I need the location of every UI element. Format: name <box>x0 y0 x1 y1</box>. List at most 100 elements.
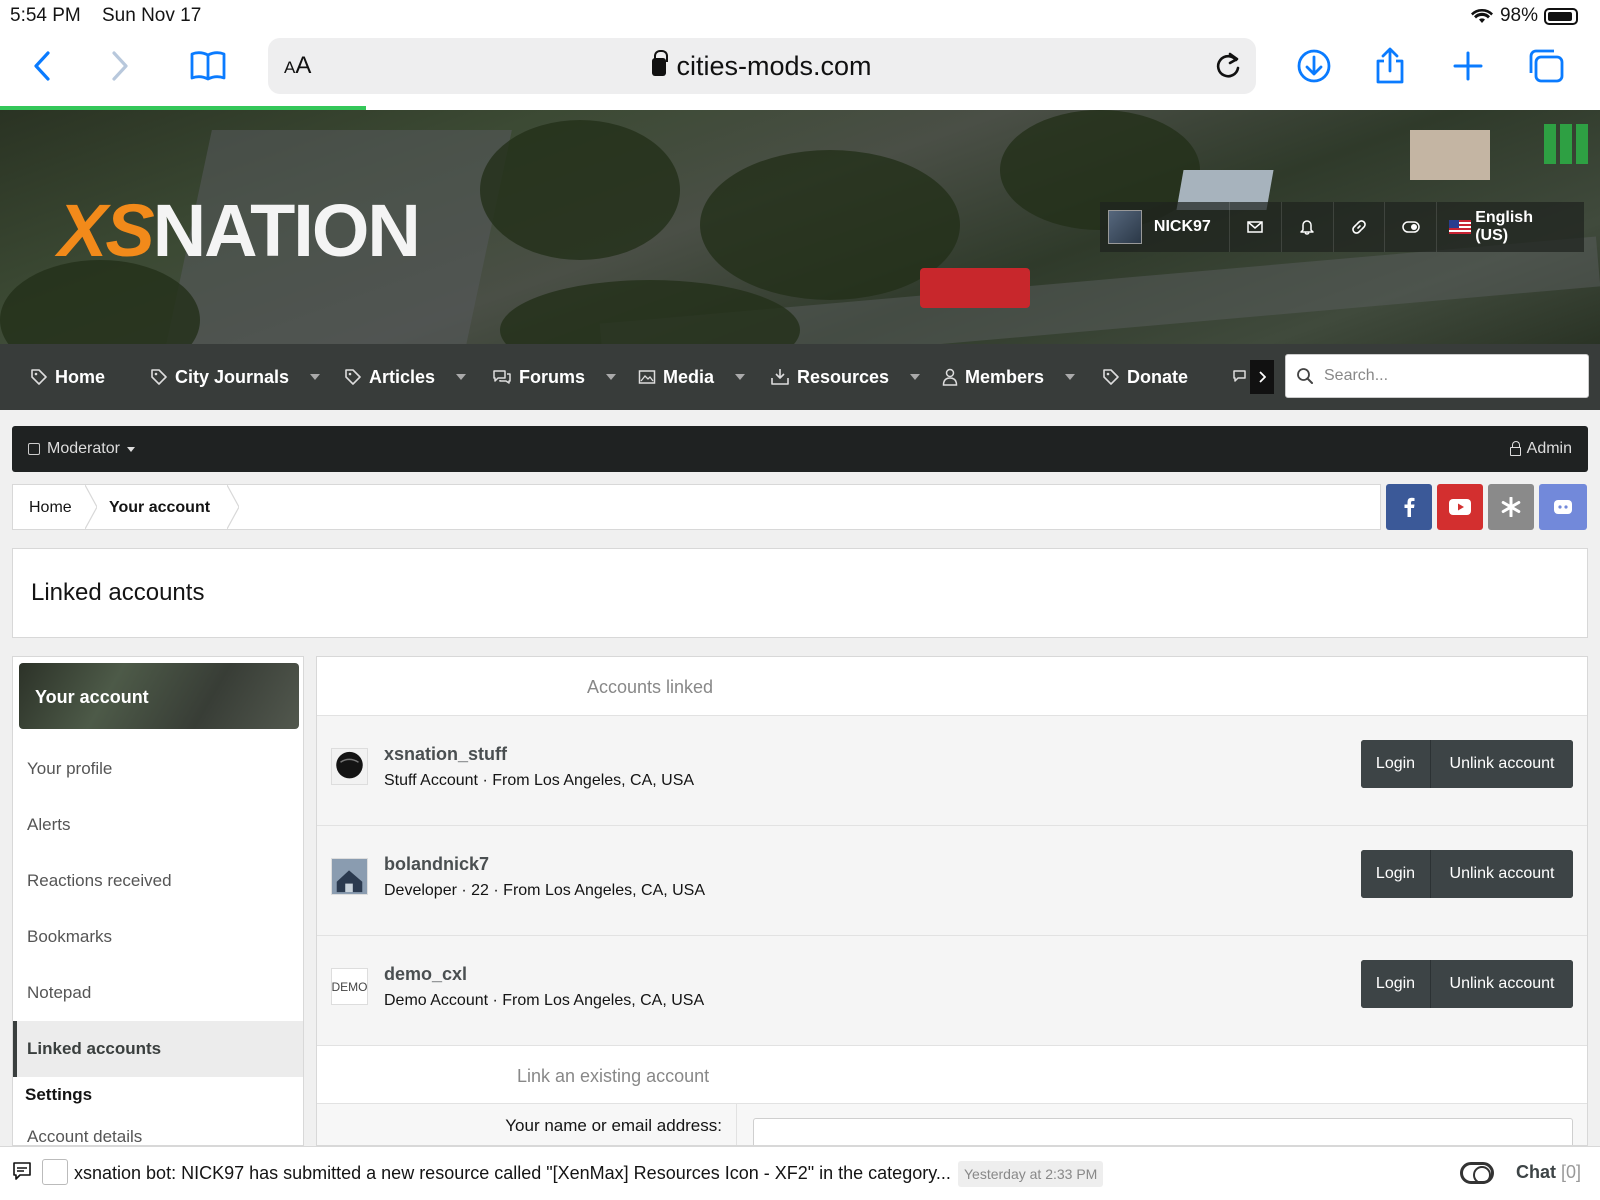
nav-forums[interactable]: Forums <box>492 344 617 410</box>
chevron-right-icon <box>112 51 128 81</box>
header-background <box>1410 130 1490 180</box>
plus-icon <box>1453 51 1483 81</box>
sidebar-item-linked-accounts[interactable]: Linked accounts <box>13 1021 303 1077</box>
wifi-icon <box>1470 8 1493 23</box>
chevron-down-icon[interactable] <box>910 374 921 380</box>
admin-link[interactable]: Admin <box>1509 440 1572 458</box>
site-logo[interactable]: XSNATION <box>58 188 421 273</box>
new-tab-button[interactable] <box>1446 44 1490 88</box>
nav-donate[interactable]: Donate <box>1102 344 1188 410</box>
chevron-down-icon[interactable] <box>735 374 746 380</box>
language-label: English (US) <box>1475 209 1533 244</box>
account-name[interactable]: xsnation_stuff <box>384 744 507 765</box>
lock-icon <box>652 50 669 76</box>
nav-members[interactable]: Members <box>942 344 1076 410</box>
nav-scroll-right-button[interactable] <box>1250 360 1274 394</box>
search-box[interactable]: Search... <box>1285 354 1589 398</box>
logo-nation: NATION <box>152 189 421 272</box>
breadcrumb: Home Your account <box>12 484 1381 530</box>
chat-message[interactable]: xsnation bot: NICK97 has submitted a new… <box>74 1163 954 1184</box>
sidebar-item-bookmarks[interactable]: Bookmarks <box>13 909 303 965</box>
nav-home[interactable]: Home <box>30 344 105 410</box>
us-flag-icon <box>1449 220 1472 234</box>
link-section-header: Link an existing account <box>317 1045 1587 1103</box>
envelope-icon <box>1247 221 1263 233</box>
breadcrumb-separator <box>227 485 239 529</box>
alerts-button[interactable] <box>1280 202 1333 252</box>
inbox-button[interactable] <box>1228 202 1281 252</box>
name-email-input[interactable] <box>753 1118 1573 1145</box>
chevron-down-icon[interactable] <box>310 374 321 380</box>
account-name[interactable]: demo_cxl <box>384 964 467 985</box>
avatar[interactable]: DEMO <box>331 968 368 1005</box>
nav-resources[interactable]: Resources <box>770 344 921 410</box>
chat-button[interactable]: Chat [0] <box>1516 1162 1581 1183</box>
chat-bubble-icon[interactable] <box>12 1161 32 1181</box>
chevron-down-icon[interactable] <box>606 374 617 380</box>
comments-icon <box>493 370 511 384</box>
sidebar-item-your-profile[interactable]: Your profile <box>13 741 303 797</box>
asterisk-icon <box>1501 497 1521 517</box>
search-input[interactable]: Search... <box>1324 367 1388 385</box>
forward-button[interactable] <box>98 44 142 88</box>
avatar[interactable] <box>1108 210 1142 244</box>
page-title-box: Linked accounts <box>12 548 1588 638</box>
sidebar-item-account-details[interactable]: Account details <box>13 1121 303 1145</box>
linked-accounts-panel: Accounts linked xsnation_stuff Stuff Acc… <box>316 656 1588 1146</box>
account-actions: Login Unlink account <box>1361 960 1573 1008</box>
address-bar[interactable]: AA cities-mods.com <box>268 38 1256 94</box>
sidebar-item-notepad[interactable]: Notepad <box>13 965 303 1021</box>
host-text: cities-mods.com <box>676 51 872 81</box>
unlink-account-button[interactable]: Unlink account <box>1431 960 1573 1008</box>
moderator-label: Moderator <box>47 440 120 457</box>
tabs-button[interactable] <box>1524 44 1568 88</box>
sidebar-item-alerts[interactable]: Alerts <box>13 797 303 853</box>
status-time: 5:54 PM <box>10 5 81 26</box>
moderator-menu[interactable]: Moderator <box>28 440 135 458</box>
chevron-down-icon[interactable] <box>1065 374 1076 380</box>
account-actions: Login Unlink account <box>1361 740 1573 788</box>
chat-count: [0] <box>1561 1162 1582 1182</box>
language-chooser[interactable]: English (US) <box>1436 202 1584 252</box>
breadcrumb-home[interactable]: Home <box>29 499 72 517</box>
username-link[interactable]: NICK97 <box>1154 218 1211 236</box>
nav-media[interactable]: Media <box>638 344 746 410</box>
downloads-button[interactable] <box>1292 44 1336 88</box>
back-button[interactable] <box>20 44 64 88</box>
asterisk-button[interactable] <box>1488 484 1534 530</box>
breadcrumb-separator <box>85 485 97 529</box>
page-title: Linked accounts <box>31 579 205 606</box>
facebook-button[interactable] <box>1386 484 1432 530</box>
user-bar: NICK97 English (US) <box>1100 202 1584 252</box>
discord-button[interactable] <box>1539 484 1587 530</box>
form-label-cell: Your name or email address: <box>317 1104 737 1145</box>
style-toggle-button[interactable] <box>1384 202 1436 252</box>
avatar[interactable] <box>331 748 368 785</box>
nav-articles[interactable]: Articles <box>344 344 467 410</box>
nav-city-journals-label: City Journals <box>175 366 290 387</box>
chevron-down-icon[interactable] <box>456 374 467 380</box>
account-name[interactable]: bolandnick7 <box>384 854 489 875</box>
account-actions: Login Unlink account <box>1361 850 1573 898</box>
account-meta: Stuff Account · From Los Angeles, CA, US… <box>384 772 695 789</box>
links-button[interactable] <box>1332 202 1385 252</box>
chat-toggle-icon[interactable] <box>1460 1162 1494 1184</box>
bookmarks-button[interactable] <box>186 44 230 88</box>
list-item: xsnation_stuff Stuff Account · From Los … <box>317 715 1587 825</box>
nav-chat-partial[interactable] <box>1232 344 1250 410</box>
share-button[interactable] <box>1368 44 1412 88</box>
login-button[interactable]: Login <box>1361 740 1431 788</box>
nav-city-journals[interactable]: City Journals <box>150 344 321 410</box>
link-existing-account-heading: Link an existing account <box>517 1066 710 1086</box>
avatar[interactable] <box>331 858 368 895</box>
sidebar-item-reactions-received[interactable]: Reactions received <box>13 853 303 909</box>
chevron-right-icon <box>1259 371 1266 383</box>
login-button[interactable]: Login <box>1361 850 1431 898</box>
unlink-account-button[interactable]: Unlink account <box>1431 740 1573 788</box>
reload-icon[interactable] <box>1214 50 1242 80</box>
unlink-account-button[interactable]: Unlink account <box>1431 850 1573 898</box>
chat-avatar <box>42 1159 68 1185</box>
youtube-button[interactable] <box>1437 484 1483 530</box>
breadcrumb-current[interactable]: Your account <box>109 499 210 517</box>
login-button[interactable]: Login <box>1361 960 1431 1008</box>
